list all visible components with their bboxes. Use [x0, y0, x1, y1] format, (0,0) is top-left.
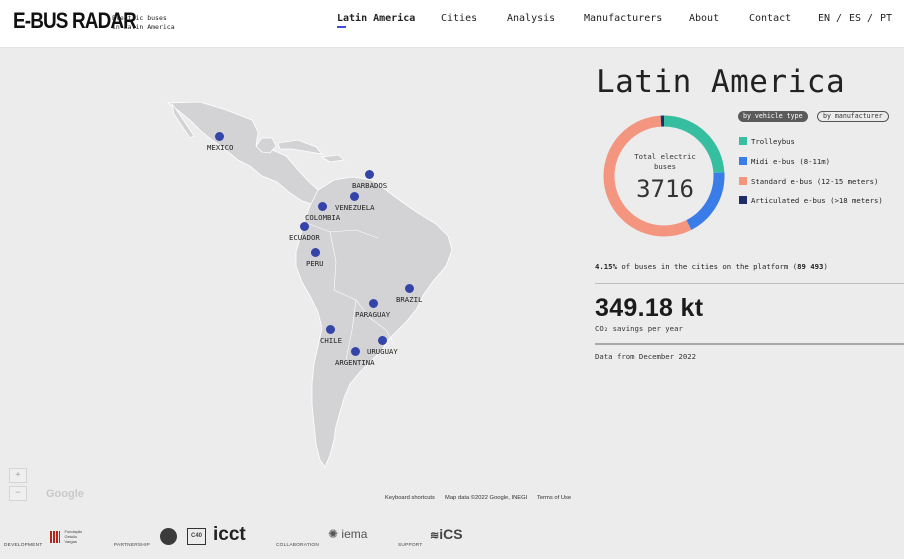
city-label-barbados[interactable]: BARBADOS [352, 181, 387, 190]
ics-logo[interactable]: ≋iCS [430, 526, 463, 542]
lang-en[interactable]: EN [818, 13, 830, 24]
legend-item-midi-ebus[interactable]: Midi e-bus (8-11m) [739, 157, 830, 166]
divider [595, 343, 904, 345]
tagline-line-1: Electric buses [112, 14, 167, 22]
city-marker-chile[interactable] [326, 325, 335, 334]
legend-item-articulated-ebus[interactable]: Articulated e-bus (>18 meters) [739, 196, 883, 205]
nav-cities[interactable]: Cities [441, 13, 477, 24]
co2-savings-label: CO₂ savings per year [595, 324, 683, 333]
city-label-mexico[interactable]: MEXICO [207, 143, 233, 152]
legend-label-midi-ebus: Midi e-bus (8-11m) [751, 157, 831, 166]
data-date-note: Data from December 2022 [595, 352, 697, 361]
nav-analysis[interactable]: Analysis [507, 13, 555, 24]
city-label-chile[interactable]: CHILE [320, 336, 342, 345]
map-data-attribution: Map data ©2022 Google, INEGI [445, 495, 528, 501]
land-cuba [277, 139, 324, 155]
city-label-peru[interactable]: PERU [306, 259, 324, 268]
city-marker-venezuela[interactable] [350, 192, 359, 201]
fgv-logo[interactable]: Fundação Getulio Vargas [50, 528, 86, 546]
lang-es[interactable]: ES [849, 13, 861, 24]
legend-item-standard-ebus[interactable]: Standard e-bus (12-15 meters) [739, 177, 878, 186]
map-terms-link[interactable]: Terms of Use [537, 495, 571, 501]
donut-total-value: 3716 [636, 175, 694, 203]
fleet-share-description: of buses in the cities on the platform ( [616, 262, 798, 271]
site-header: E-BUS RADAR Electric buses in Latin Amer… [0, 0, 904, 48]
land-hispaniola [320, 154, 345, 163]
fgv-logo-mark [50, 530, 60, 543]
legend-swatch-midi-ebus [739, 157, 747, 165]
map-zoom-in-button[interactable]: + [9, 468, 27, 483]
footer-label-development: DEVELOPMENT [4, 543, 43, 548]
footer-label-support: SUPPORT [398, 543, 423, 548]
city-marker-uruguay[interactable] [378, 336, 387, 345]
legend-label-trolleybus: Trolleybus [751, 137, 795, 146]
city-label-uruguay[interactable]: URUGUAY [367, 347, 398, 356]
city-label-venezuela[interactable]: VENEZUELA [335, 203, 375, 212]
region-title: Latin America [596, 64, 846, 100]
c40-logo[interactable]: C40 [187, 528, 206, 545]
fleet-share-close: ) [823, 262, 828, 271]
city-label-paraguay[interactable]: PARAGUAY [355, 310, 390, 319]
nav-active-indicator [337, 26, 346, 28]
fleet-share-percent: 4.15% [595, 262, 617, 271]
partner-globe-logo[interactable] [160, 528, 177, 545]
footer-label-partnership: PARTNERSHIP [114, 543, 150, 548]
latin-america-map-shape [166, 101, 453, 468]
fgv-logo-text: Fundação Getulio Vargas [64, 529, 83, 545]
toggle-by-manufacturer[interactable]: by manufacturer [817, 111, 889, 122]
toggle-by-vehicle-type[interactable]: by vehicle type [738, 111, 808, 122]
city-label-brazil[interactable]: BRAZIL [396, 295, 422, 304]
city-marker-argentina[interactable] [351, 347, 360, 356]
nav-latin-america[interactable]: Latin America [337, 13, 415, 24]
footer-label-collaboration: COLLABORATION [276, 543, 320, 548]
legend-swatch-articulated-ebus [739, 196, 747, 204]
fleet-share-total: 89 493 [797, 262, 824, 271]
nav-contact[interactable]: Contact [749, 13, 791, 24]
nav-about[interactable]: About [689, 13, 719, 24]
city-label-colombia[interactable]: COLOMBIA [305, 213, 340, 222]
nav-manufacturers[interactable]: Manufacturers [584, 13, 662, 24]
ics-waves-icon: ≋ [430, 530, 440, 542]
site-tagline: Electric buses in Latin America [112, 14, 175, 32]
lang-pt[interactable]: PT [880, 13, 892, 24]
city-marker-ecuador[interactable] [300, 222, 309, 231]
co2-savings-value: 349.18 kt [595, 294, 704, 322]
donut-total-label: Total electric buses [634, 152, 696, 171]
legend-swatch-standard-ebus [739, 177, 747, 185]
lang-separator: / [836, 13, 843, 24]
lang-separator: / [867, 13, 874, 24]
legend-swatch-trolleybus [739, 137, 747, 145]
city-marker-colombia[interactable] [318, 202, 327, 211]
map-keyboard-shortcuts-link[interactable]: Keyboard shortcuts [385, 495, 435, 501]
google-logo: Google [46, 488, 84, 500]
iema-burst-icon: ✺ [328, 527, 339, 541]
city-marker-brazil[interactable] [405, 284, 414, 293]
legend-item-trolleybus[interactable]: Trolleybus [739, 137, 795, 146]
city-marker-paraguay[interactable] [369, 299, 378, 308]
fleet-share-text: 4.15% of buses in the cities on the plat… [595, 262, 828, 271]
legend-label-articulated-ebus: Articulated e-bus (>18 meters) [751, 196, 883, 205]
legend-label-standard-ebus: Standard e-bus (12-15 meters) [751, 177, 879, 186]
icct-logo[interactable]: icct [213, 524, 246, 546]
city-marker-barbados[interactable] [365, 170, 374, 179]
city-marker-mexico[interactable] [215, 132, 224, 141]
city-label-ecuador[interactable]: ECUADOR [289, 233, 320, 242]
divider [595, 283, 904, 284]
city-marker-peru[interactable] [311, 248, 320, 257]
ics-logo-text: iCS [439, 526, 463, 542]
map-canvas[interactable]: MEXICO BARBADOS VENEZUELA COLOMBIA ECUAD… [0, 48, 590, 538]
city-label-argentina[interactable]: ARGENTINA [335, 358, 375, 367]
tagline-line-2: in Latin America [112, 23, 175, 31]
map-zoom-out-button[interactable]: − [9, 486, 27, 501]
iema-logo-text: iema [341, 527, 368, 541]
iema-logo[interactable]: ✺ iema [328, 527, 367, 541]
land-mexico-central-america [166, 101, 327, 207]
